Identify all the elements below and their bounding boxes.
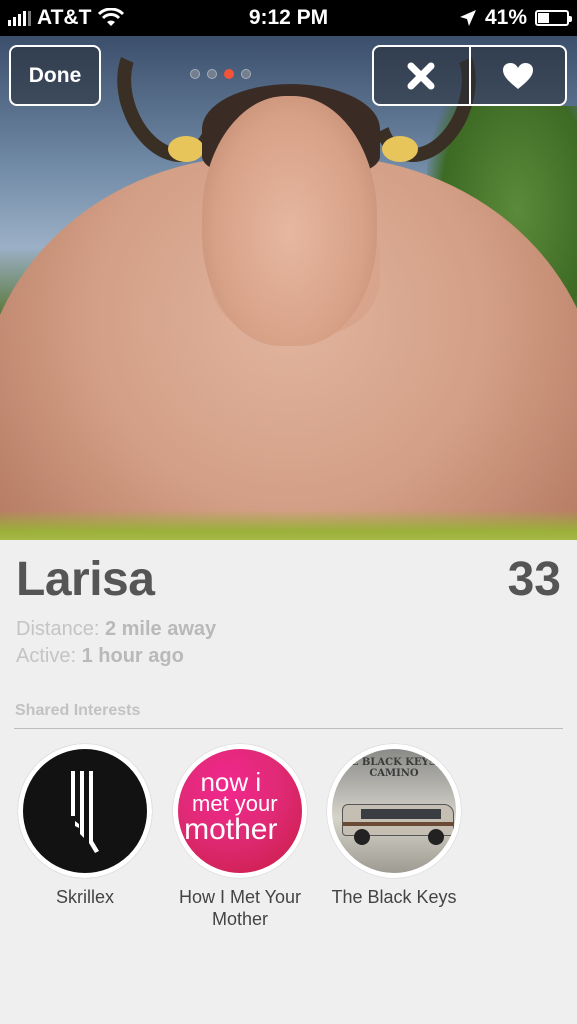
himym-logo-line: met your [192, 791, 278, 816]
distance-label: Distance: [16, 618, 100, 640]
interest-item-skrillex[interactable]: Skrillex [5, 744, 165, 908]
pass-button[interactable] [374, 47, 469, 104]
location-arrow-icon [459, 10, 476, 26]
like-button[interactable] [468, 47, 566, 104]
photo-page-dot [224, 69, 234, 79]
photo-page-dot [207, 69, 217, 79]
status-bar: AT&T 9:12 PM 41% [0, 0, 577, 36]
profile-age: 33 [507, 553, 561, 606]
profile-name: Larisa [16, 553, 155, 606]
action-buttons [372, 45, 567, 106]
photo-page-dot [190, 69, 200, 79]
divider [14, 728, 563, 729]
skrillex-logo [18, 744, 152, 878]
himym-logo-line: now i [200, 767, 262, 797]
photo-page-dot [241, 69, 251, 79]
active-value: 1 hour ago [81, 645, 184, 667]
distance-value: 2 mile away [104, 618, 217, 640]
shared-interests-title: Shared Interests [15, 702, 141, 719]
photo-page-indicator [190, 69, 251, 79]
interest-label: The Black Keys [331, 887, 457, 907]
battery-level [538, 13, 550, 23]
active-row: Active: 1 hour ago [16, 645, 184, 668]
status-right-group: 41% [459, 6, 572, 30]
done-button[interactable]: Done [9, 45, 101, 106]
himym-logo: now i met your mother [173, 744, 307, 878]
battery-percent: 41% [484, 6, 527, 29]
close-icon [407, 62, 435, 89]
heart-icon [502, 62, 533, 89]
photo-subject-head [202, 96, 377, 346]
distance-row: Distance: 2 mile away [16, 618, 216, 641]
interest-item-himym[interactable]: now i met your mother How I Met Your Mot… [160, 744, 320, 930]
album-art-text: THE BLACK KEYS EL CAMINO [333, 757, 455, 779]
skrillex-logo-icon [71, 771, 99, 853]
interest-label: Skrillex [55, 887, 114, 907]
profile-photo[interactable] [0, 36, 577, 540]
himym-logo-line: mother [184, 813, 278, 846]
battery-icon [535, 10, 572, 26]
interest-item-black-keys[interactable]: THE BLACK KEYS EL CAMINO The Black Keys [314, 744, 474, 908]
interest-label: How I Met Your Mother [178, 887, 302, 929]
active-label: Active: [16, 645, 77, 667]
el-camino-album-art: THE BLACK KEYS EL CAMINO [327, 744, 461, 878]
